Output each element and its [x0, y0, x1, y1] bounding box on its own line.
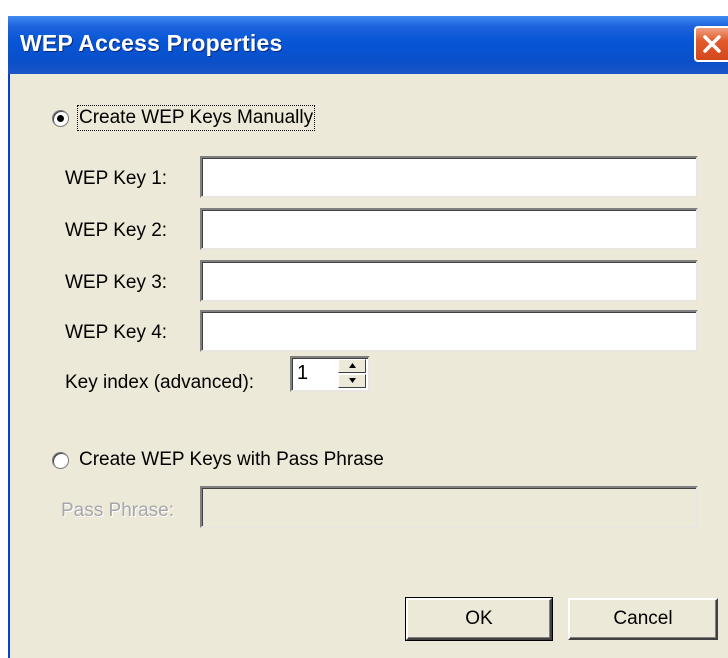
window-title: WEP Access Properties	[20, 30, 283, 56]
ok-button[interactable]: OK	[405, 597, 553, 641]
key-index-value[interactable]: 1	[297, 362, 308, 385]
radio-create-wep-keys-pass-phrase[interactable]	[52, 452, 69, 469]
radio-create-wep-keys-manually[interactable]	[52, 110, 69, 127]
arrow-up-icon	[349, 363, 356, 368]
spin-up-button[interactable]	[338, 359, 366, 373]
radio-passphrase-label[interactable]: Create WEP Keys with Pass Phrase	[79, 449, 384, 471]
radio-manual-label[interactable]: Create WEP Keys Manually	[76, 105, 316, 131]
wep-access-properties-dialog: WEP Access Properties Create WEP Keys Ma…	[8, 16, 728, 658]
spin-down-button[interactable]	[338, 374, 366, 388]
pass-phrase-input[interactable]	[200, 486, 698, 528]
wep-key-2-label: WEP Key 2:	[65, 220, 168, 241]
wep-key-4-input[interactable]	[200, 310, 698, 352]
key-index-label: Key index (advanced):	[65, 372, 255, 393]
wep-key-1-label: WEP Key 1:	[65, 168, 168, 189]
cancel-button[interactable]: Cancel	[568, 598, 718, 640]
dialog-body: Create WEP Keys Manually WEP Key 1: WEP …	[8, 74, 728, 658]
wep-key-4-label: WEP Key 4:	[65, 322, 168, 343]
key-index-spinner[interactable]: 1	[290, 356, 370, 392]
wep-key-2-input[interactable]	[200, 208, 698, 250]
title-bar[interactable]: WEP Access Properties	[8, 16, 728, 74]
pass-phrase-label: Pass Phrase:	[61, 500, 174, 521]
close-icon	[703, 35, 721, 53]
wep-key-3-label: WEP Key 3:	[65, 272, 168, 293]
arrow-down-icon	[349, 378, 356, 383]
radio-selected-dot	[57, 115, 64, 122]
close-button[interactable]	[694, 26, 728, 62]
wep-key-1-input[interactable]	[200, 156, 698, 198]
wep-key-3-input[interactable]	[200, 260, 698, 302]
